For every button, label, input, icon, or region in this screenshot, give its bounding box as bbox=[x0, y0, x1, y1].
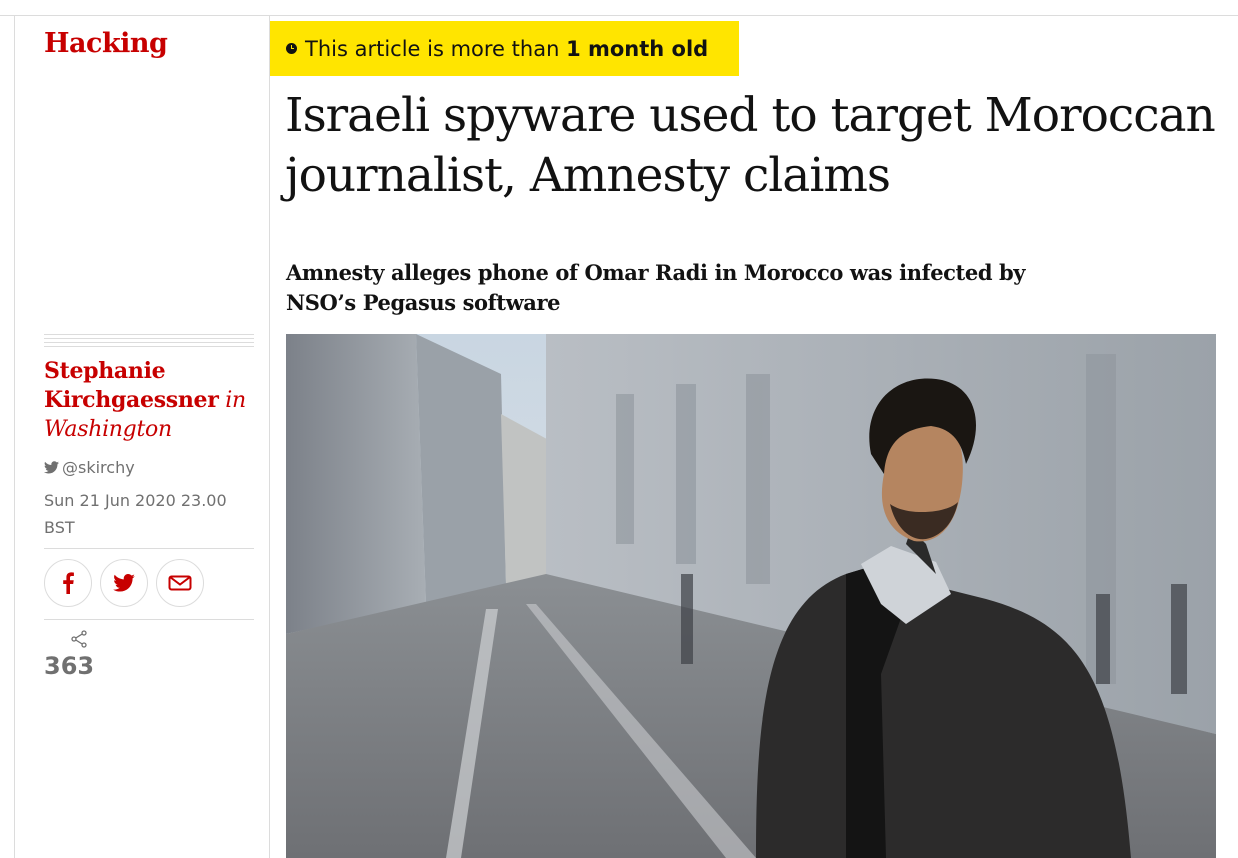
standfirst-line-2: NSO’s Pegasus software bbox=[286, 290, 561, 315]
share-icon bbox=[71, 630, 87, 648]
article-main-image[interactable] bbox=[286, 334, 1216, 858]
share-email-button[interactable] bbox=[156, 559, 204, 607]
date-line-2: BST bbox=[44, 518, 75, 537]
article-age-badge: This article is more than 1 month old bbox=[270, 21, 739, 76]
main-image-graphic bbox=[286, 334, 1216, 858]
age-badge-prefix: This article is more than bbox=[305, 36, 560, 61]
headline-line-1: Israeli spyware used to target Moroccan bbox=[285, 88, 1216, 143]
twitter-handle: @skirchy bbox=[62, 458, 135, 477]
share-twitter-button[interactable] bbox=[100, 559, 148, 607]
left-column-divider bbox=[14, 15, 15, 858]
headline-line-2: journalist, Amnesty claims bbox=[285, 148, 891, 203]
byline-in: in bbox=[225, 388, 246, 413]
share-top-rule bbox=[44, 548, 254, 549]
byline: Stephanie Kirchgaessner in Washington bbox=[44, 357, 259, 444]
email-icon bbox=[168, 575, 192, 591]
article-headline: Israeli spyware used to target Moroccan … bbox=[285, 86, 1225, 206]
share-bottom-rule bbox=[44, 619, 254, 620]
share-count-number: 363 bbox=[44, 652, 95, 680]
date-line-1: Sun 21 Jun 2020 23.00 bbox=[44, 491, 227, 510]
facebook-icon bbox=[63, 572, 74, 594]
author-twitter-link[interactable]: @skirchy bbox=[44, 458, 135, 477]
share-facebook-button[interactable] bbox=[44, 559, 92, 607]
age-badge-age: 1 month old bbox=[566, 36, 709, 61]
publication-date: Sun 21 Jun 2020 23.00 BST bbox=[44, 487, 244, 541]
section-link[interactable]: Hacking bbox=[44, 28, 168, 59]
clock-icon bbox=[286, 43, 297, 54]
meta-dotted-rule bbox=[44, 334, 254, 350]
byline-location: Washington bbox=[44, 417, 172, 442]
author-link[interactable]: Stephanie Kirchgaessner bbox=[44, 358, 219, 413]
meta-column-divider bbox=[269, 15, 270, 858]
article-standfirst: Amnesty alleges phone of Omar Radi in Mo… bbox=[286, 258, 1106, 318]
top-divider bbox=[0, 15, 1238, 16]
standfirst-line-1: Amnesty alleges phone of Omar Radi in Mo… bbox=[286, 260, 1026, 285]
twitter-icon bbox=[113, 574, 135, 592]
twitter-icon bbox=[44, 461, 59, 474]
